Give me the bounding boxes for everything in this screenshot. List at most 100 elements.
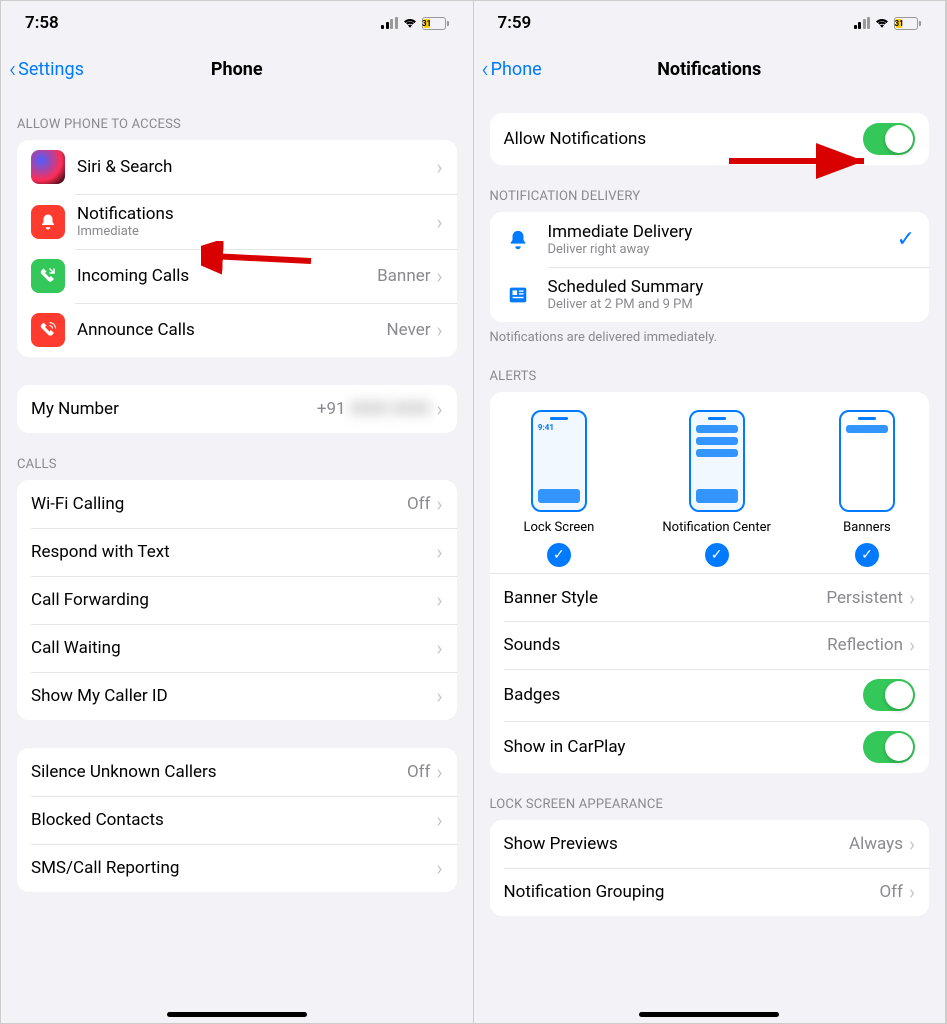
alert-option-banners[interactable]: Banners ✓ xyxy=(839,410,895,567)
bell-icon xyxy=(504,229,532,251)
row-respond-text[interactable]: Respond with Text › xyxy=(17,528,457,576)
chevron-right-icon: › xyxy=(909,586,915,610)
chevron-right-icon: › xyxy=(436,492,442,516)
group-alerts: 9:41 Lock Screen ✓ Notification Center ✓ xyxy=(490,392,930,773)
row-label: Allow Notifications xyxy=(504,129,864,149)
checkmark-icon: ✓ xyxy=(897,227,915,252)
row-sms-reporting[interactable]: SMS/Call Reporting › xyxy=(17,844,457,892)
group-delivery: Immediate Delivery Deliver right away ✓ … xyxy=(490,212,930,322)
toggle-carplay[interactable] xyxy=(863,731,915,763)
chevron-right-icon: › xyxy=(436,808,442,832)
row-detail: Banner xyxy=(377,266,430,286)
group-access: Siri & Search › Notifications Immediate … xyxy=(17,140,457,357)
row-sublabel: Immediate xyxy=(77,224,436,239)
row-detail: Persistent xyxy=(826,588,903,608)
notifications-icon xyxy=(31,205,65,239)
row-label: Badges xyxy=(504,685,864,705)
row-notification-grouping[interactable]: Notification Grouping Off › xyxy=(490,868,930,916)
row-detail: +91 0000 0000 xyxy=(317,399,431,419)
row-label: Notification Grouping xyxy=(504,882,880,902)
chevron-right-icon: › xyxy=(436,264,442,288)
row-detail: Always xyxy=(849,834,903,854)
chevron-right-icon: › xyxy=(436,856,442,880)
row-announce-calls[interactable]: Announce Calls Never › xyxy=(17,303,457,357)
alert-option-lock-screen[interactable]: 9:41 Lock Screen ✓ xyxy=(524,410,595,567)
row-incoming-calls[interactable]: Incoming Calls Banner › xyxy=(17,249,457,303)
row-label: Wi-Fi Calling xyxy=(31,494,407,514)
phone-preview-icon xyxy=(839,410,895,512)
checkmark-icon: ✓ xyxy=(705,543,729,567)
row-label: Notifications xyxy=(77,204,436,224)
nav-bar: ‹ Phone Notifications xyxy=(474,45,946,93)
row-label: My Number xyxy=(31,399,317,419)
back-label: Phone xyxy=(491,59,542,80)
wifi-icon xyxy=(874,17,890,29)
row-sublabel: Deliver at 2 PM and 9 PM xyxy=(548,297,916,312)
row-detail: Off xyxy=(407,762,431,782)
row-detail: Off xyxy=(879,882,903,902)
screen-notifications: 7:59 31 ‹ Phone Notifications Allow Noti… xyxy=(474,1,947,1023)
back-label: Settings xyxy=(18,59,84,80)
row-silence-unknown[interactable]: Silence Unknown Callers Off › xyxy=(17,748,457,796)
row-label: Silence Unknown Callers xyxy=(31,762,407,782)
row-label: Banner Style xyxy=(504,588,827,608)
status-bar: 7:59 31 xyxy=(474,1,946,45)
checkmark-icon: ✓ xyxy=(855,543,879,567)
chevron-right-icon: › xyxy=(909,880,915,904)
row-wifi-calling[interactable]: Wi-Fi Calling Off › xyxy=(17,480,457,528)
row-blocked-contacts[interactable]: Blocked Contacts › xyxy=(17,796,457,844)
signal-icon xyxy=(854,17,871,29)
battery-icon: 31 xyxy=(894,17,921,30)
row-label: Show My Caller ID xyxy=(31,686,436,706)
group-allow: Allow Notifications xyxy=(490,113,930,165)
redacted-number: 0000 0000 xyxy=(350,399,431,419)
row-badges: Badges xyxy=(490,669,930,721)
chevron-right-icon: › xyxy=(436,760,442,784)
row-caller-id[interactable]: Show My Caller ID › xyxy=(17,672,457,720)
chevron-right-icon: › xyxy=(909,832,915,856)
alerts-previews: 9:41 Lock Screen ✓ Notification Center ✓ xyxy=(490,392,930,573)
row-label: Respond with Text xyxy=(31,542,436,562)
row-label: Call Waiting xyxy=(31,638,436,658)
row-call-waiting[interactable]: Call Waiting › xyxy=(17,624,457,672)
alert-option-notification-center[interactable]: Notification Center ✓ xyxy=(662,410,771,567)
phone-preview-icon: 9:41 xyxy=(531,410,587,512)
row-label: Call Forwarding xyxy=(31,590,436,610)
row-my-number[interactable]: My Number +91 0000 0000 › xyxy=(17,385,457,433)
section-header-alerts: Alerts xyxy=(474,345,946,392)
back-button[interactable]: ‹ Settings xyxy=(9,55,84,83)
row-label: Incoming Calls xyxy=(77,266,377,286)
row-label: Siri & Search xyxy=(77,157,436,177)
row-sounds[interactable]: Sounds Reflection › xyxy=(490,621,930,669)
page-title: Notifications xyxy=(474,59,946,80)
alert-label: Banners xyxy=(843,520,891,535)
back-button[interactable]: ‹ Phone xyxy=(482,55,542,83)
signal-icon xyxy=(381,17,398,29)
toggle-allow-notifications[interactable] xyxy=(863,123,915,155)
battery-icon: 31 xyxy=(422,17,449,30)
row-call-forwarding[interactable]: Call Forwarding › xyxy=(17,576,457,624)
chevron-right-icon: › xyxy=(436,318,442,342)
status-icons: 31 xyxy=(854,17,922,30)
section-header-lock: Lock Screen Appearance xyxy=(474,773,946,820)
siri-icon xyxy=(31,150,65,184)
row-banner-style[interactable]: Banner Style Persistent › xyxy=(490,573,930,621)
chevron-left-icon: ‹ xyxy=(482,55,489,83)
row-show-previews[interactable]: Show Previews Always › xyxy=(490,820,930,868)
chevron-right-icon: › xyxy=(436,684,442,708)
row-detail: Reflection xyxy=(827,635,903,655)
row-scheduled-summary[interactable]: Scheduled Summary Deliver at 2 PM and 9 … xyxy=(490,267,930,322)
toggle-badges[interactable] xyxy=(863,679,915,711)
row-siri-search[interactable]: Siri & Search › xyxy=(17,140,457,194)
chevron-right-icon: › xyxy=(436,540,442,564)
row-notifications[interactable]: Notifications Immediate › xyxy=(17,194,457,249)
chevron-right-icon: › xyxy=(436,155,442,179)
row-label: Sounds xyxy=(504,635,828,655)
row-detail: Off xyxy=(407,494,431,514)
status-time: 7:58 xyxy=(25,13,59,33)
checkmark-icon: ✓ xyxy=(547,543,571,567)
chevron-right-icon: › xyxy=(436,636,442,660)
row-immediate-delivery[interactable]: Immediate Delivery Deliver right away ✓ xyxy=(490,212,930,267)
chevron-right-icon: › xyxy=(436,397,442,421)
home-indicator xyxy=(167,1012,307,1017)
